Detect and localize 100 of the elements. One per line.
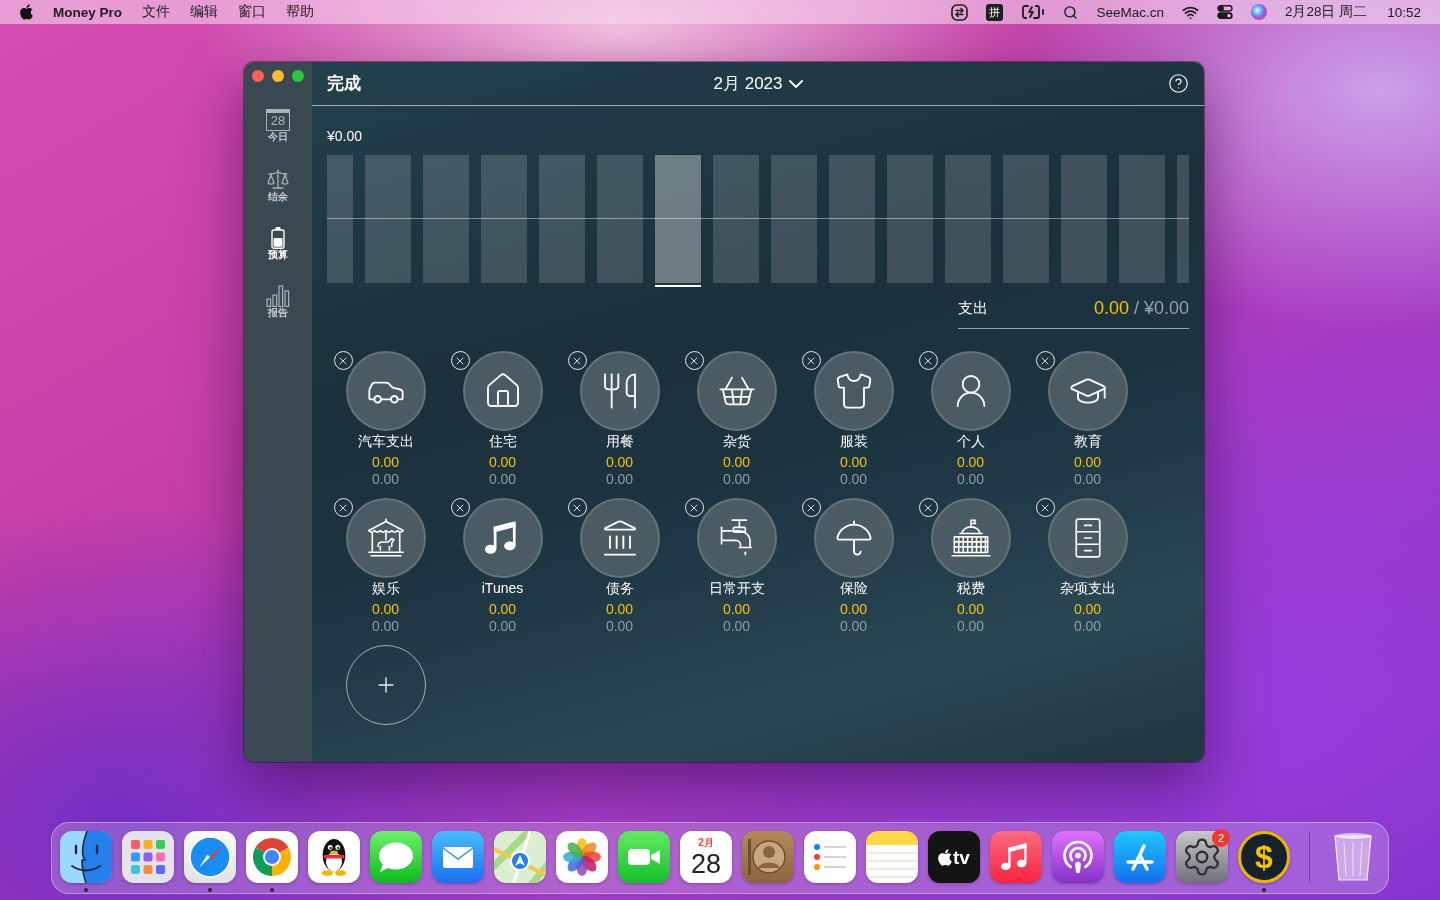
category-budget: 0.00	[722, 618, 751, 635]
video-camera-icon[interactable]	[618, 831, 670, 883]
category-budget: 0.00	[722, 471, 751, 488]
tv-label: tv	[953, 847, 970, 867]
period-selector[interactable]: 2月 2023	[713, 72, 803, 95]
category-budget: 0.00	[1073, 471, 1102, 488]
menu-item[interactable]: 窗口	[228, 0, 276, 24]
category-name: 杂项支出	[1059, 579, 1116, 598]
category-budget: 0.00	[839, 471, 868, 488]
category-spent: 0.00	[605, 453, 634, 471]
category-spent: 0.00	[605, 600, 634, 618]
category-budget: 0.00	[956, 471, 985, 488]
sidebar-item[interactable]: 结余	[250, 167, 306, 203]
help-icon[interactable]	[1168, 73, 1189, 94]
category-budget: 0.00	[488, 618, 517, 635]
category-name: 债务	[605, 579, 634, 598]
chevron-down-icon	[788, 79, 803, 88]
expense-label: 支出	[958, 298, 988, 318]
contact-card-icon[interactable]	[742, 831, 794, 883]
delete-icon[interactable]	[450, 498, 470, 517]
category-budget: 0.00	[839, 618, 868, 635]
close-button[interactable]	[252, 70, 264, 82]
app-grid-icon[interactable]	[122, 831, 174, 883]
swap-arrows-icon[interactable]	[951, 3, 969, 21]
tv-tile[interactable]: tv	[928, 831, 980, 883]
input-method-indicator[interactable]: 拼	[986, 3, 1004, 21]
category-spent: 0.00	[1073, 600, 1102, 618]
category-name: 税费	[956, 579, 985, 598]
menu-bar-date[interactable]: 2月28日 周二	[1284, 3, 1368, 21]
sidebar-item[interactable]: 预算	[250, 227, 306, 261]
notification-badge: 2	[1212, 829, 1230, 847]
delete-icon[interactable]	[918, 498, 938, 517]
app-menu[interactable]: Money Pro	[43, 0, 132, 24]
category-name: 杂货	[722, 432, 751, 451]
category-budget: 0.00	[371, 618, 400, 635]
menu-item[interactable]: 编辑	[180, 0, 228, 24]
dollar-sign: $	[1255, 841, 1273, 873]
total-amount: ¥0.00	[327, 127, 363, 145]
delete-icon[interactable]	[567, 498, 587, 517]
category-name: 教育	[1073, 432, 1102, 451]
delete-icon[interactable]	[918, 351, 938, 370]
sidebar-item[interactable]: 报告	[250, 285, 306, 319]
category-budget: 0.00	[371, 471, 400, 488]
category-spent: 0.00	[839, 453, 868, 471]
done-button[interactable]: 完成	[327, 72, 361, 95]
flower-icon[interactable]	[556, 831, 608, 883]
category-spent: 0.00	[488, 600, 517, 618]
search-icon[interactable]	[1063, 4, 1079, 20]
category-spent: 0.00	[956, 453, 985, 471]
speech-bubble-icon[interactable]	[370, 831, 422, 883]
apple-logo-icon[interactable]	[20, 4, 33, 20]
delete-icon[interactable]	[1035, 351, 1055, 370]
menu-bar-time[interactable]: 10:52	[1387, 4, 1421, 20]
category-spent: 0.00	[371, 600, 400, 618]
zoom-button[interactable]	[292, 70, 304, 82]
calendar-tile[interactable]: 2月 28	[680, 831, 732, 883]
control-center-icon[interactable]	[1216, 5, 1233, 19]
bar-chart-icon	[266, 285, 290, 307]
category-budget: 0.00	[1073, 618, 1102, 635]
category-budget: 0.00	[956, 618, 985, 635]
podcast-icon[interactable]	[1052, 831, 1104, 883]
envelope-icon[interactable]	[432, 831, 484, 883]
menu-item[interactable]: 帮助	[276, 0, 324, 24]
penguin-icon[interactable]	[308, 831, 360, 883]
notepad-icon[interactable]	[866, 831, 918, 883]
delete-icon[interactable]	[684, 498, 704, 517]
color-orb-icon[interactable]	[1250, 4, 1267, 20]
status-text[interactable]: SeeMac.cn	[1096, 4, 1164, 20]
minimize-button[interactable]	[272, 70, 284, 82]
delete-icon[interactable]	[801, 498, 821, 517]
menu-item[interactable]: 文件	[132, 0, 180, 24]
category-name: 娱乐	[371, 579, 400, 598]
category-name: 汽车支出	[357, 432, 414, 451]
calendar-day: 28	[690, 849, 721, 879]
letter-a-icon[interactable]	[1114, 831, 1166, 883]
category-spent: 0.00	[371, 453, 400, 471]
category-name: 服装	[839, 432, 868, 451]
map-icon[interactable]	[494, 831, 546, 883]
delete-icon[interactable]	[567, 351, 587, 370]
smiling-face-icon[interactable]	[60, 831, 112, 883]
delete-icon[interactable]	[1035, 498, 1055, 517]
calendar-month: 2月	[698, 837, 714, 849]
category-spent: 0.00	[488, 453, 517, 471]
category-name: 个人	[956, 432, 985, 451]
delete-icon[interactable]	[450, 351, 470, 370]
category-name: iTunes	[481, 579, 524, 598]
checklist-icon[interactable]	[804, 831, 856, 883]
spent-amount: 0.00	[1093, 297, 1129, 319]
category-spent: 0.00	[956, 600, 985, 618]
gear-icon[interactable]	[1176, 831, 1228, 883]
category-spent: 0.00	[1073, 453, 1102, 471]
sidebar-item[interactable]: 28 今日	[250, 109, 306, 143]
category-spent: 0.00	[722, 600, 751, 618]
coin-tile[interactable]: $	[1238, 831, 1290, 883]
delete-icon[interactable]	[684, 351, 704, 370]
delete-icon[interactable]	[801, 351, 821, 370]
delete-icon[interactable]	[333, 498, 353, 517]
category-spent: 0.00	[839, 600, 868, 618]
compass-icon[interactable]	[184, 831, 236, 883]
delete-icon[interactable]	[333, 351, 353, 370]
